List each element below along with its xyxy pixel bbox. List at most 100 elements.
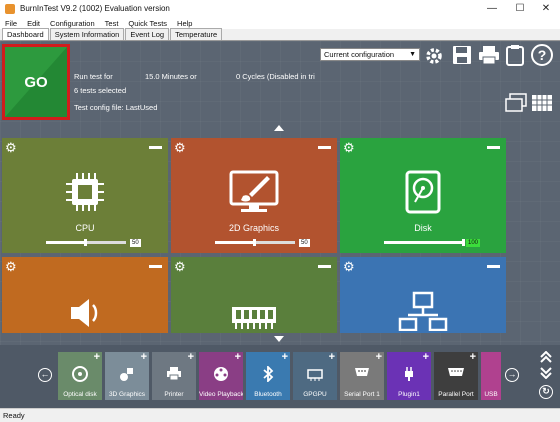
add-icon[interactable]: + [470,352,476,363]
dock-item-label: Video Playback [199,391,243,398]
maximize-icon[interactable]: ☐ [506,0,534,17]
gear-icon[interactable]: ⚙ [5,260,17,273]
dock-item-optical-disk[interactable]: + Optical disk [58,352,102,400]
dock-item-bluetooth[interactable]: + Bluetooth [246,352,290,400]
chevron-down-icon: ▼ [409,51,416,58]
menu-file[interactable]: File [0,19,22,28]
minimize-tile-icon[interactable] [487,265,500,268]
gpgpu-icon [307,366,323,384]
clipboard-icon[interactable] [506,44,524,66]
dock-item-label: Parallel Port [438,391,474,398]
scroll-up-arrow-icon[interactable] [274,125,284,131]
tile-sound[interactable]: ⚙ [2,257,168,333]
menu-quick-tests[interactable]: Quick Tests [123,19,172,28]
film-reel-icon [213,366,229,384]
optical-disk-icon [72,366,88,384]
tile-view-icon[interactable] [505,93,527,115]
printer-icon[interactable] [478,45,500,65]
dashboard: GO Run test for 15.0 Minutes or 0 Cycles… [0,41,560,408]
add-icon[interactable]: + [282,352,288,363]
network-icon [398,291,448,333]
go-button[interactable]: GO [2,44,70,120]
dock-left-arrow-icon[interactable]: ← [38,368,52,382]
dock-item-label: Bluetooth [254,391,282,398]
gear-icon[interactable]: ⚙ [174,141,186,154]
dock-item-label: GPGPU [303,391,327,398]
duty-cycle-slider[interactable] [384,239,465,246]
minimize-tile-icon[interactable] [318,146,331,149]
minimize-tile-icon[interactable] [318,265,331,268]
tab-bar: Dashboard System Information Event Log T… [0,28,560,41]
menu-help[interactable]: Help [172,19,197,28]
configuration-select-value: Current configuration [324,50,395,59]
add-icon[interactable]: + [94,352,100,363]
duration-value: 15.0 Minutes or [145,72,197,81]
tile-memory[interactable]: ⚙ [171,257,337,333]
duty-cycle-value: 50 [130,239,141,247]
add-icon[interactable]: + [188,352,194,363]
gear-icon[interactable] [423,45,445,67]
add-icon[interactable]: + [423,352,429,363]
3d-graphics-icon [119,366,135,384]
dock-item-serial-port-1[interactable]: + Serial Port 1 [340,352,384,400]
minimize-tile-icon[interactable] [149,265,162,268]
bluetooth-icon [262,364,274,384]
disk-icon [405,170,441,216]
tile-network[interactable]: ⚙ [340,257,506,333]
dock-item-usb[interactable]: USB [481,352,501,400]
dock-item-video-playback[interactable]: + Video Playback [199,352,243,400]
refresh-icon[interactable]: ↻ [539,385,553,399]
window-title: BurnInTest V9.2 (1002) Evaluation versio… [20,4,170,13]
svg-text:?: ? [538,47,547,63]
tab-event-log[interactable]: Event Log [125,28,170,40]
dock-right-arrow-icon[interactable]: → [505,368,519,382]
test-dock: ← + Optical disk + 3D Graphics + Printer… [0,345,560,408]
add-icon[interactable]: + [141,352,147,363]
close-icon[interactable]: ✕ [532,0,560,17]
grid-view-icon[interactable] [531,93,553,115]
tab-system-information[interactable]: System Information [49,28,125,40]
dock-item-plugin1[interactable]: + Plugin1 [387,352,431,400]
minimize-icon[interactable]: — [478,0,506,17]
duty-cycle-slider[interactable] [46,239,126,246]
menu-test[interactable]: Test [100,19,124,28]
tile-cpu[interactable]: ⚙ CPU 50 [2,138,168,253]
dock-item-gpgpu[interactable]: + GPGPU [293,352,337,400]
dock-item-printer[interactable]: + Printer [152,352,196,400]
scroll-down-arrow-icon[interactable] [274,336,284,342]
printer-icon [166,366,182,384]
serial-port-icon [354,366,370,380]
configuration-select[interactable]: Current configuration ▼ [320,48,420,61]
parallel-port-icon [447,366,465,380]
duty-cycle-slider[interactable] [215,239,295,246]
tab-dashboard[interactable]: Dashboard [2,28,49,40]
gear-icon[interactable]: ⚙ [5,141,17,154]
help-icon[interactable]: ? [530,43,554,67]
tile-disk[interactable]: ⚙ Disk 100 [340,138,506,253]
save-icon[interactable] [452,45,472,65]
dock-item-3d-graphics[interactable]: + 3D Graphics [105,352,149,400]
collapse-down-icon[interactable] [539,367,553,379]
menu-edit[interactable]: Edit [22,19,45,28]
monitor-brush-icon [229,170,279,216]
gear-icon[interactable]: ⚙ [343,260,355,273]
dock-item-label: Serial Port 1 [344,391,380,398]
duty-cycle-value: 50 [299,239,310,247]
add-icon[interactable]: + [376,352,382,363]
config-file-label: Test config file: LastUsed [74,103,158,112]
expand-up-icon[interactable] [539,351,553,363]
tile-2d-graphics[interactable]: ⚙ 2D Graphics 50 [171,138,337,253]
minimize-tile-icon[interactable] [149,146,162,149]
dock-item-label: Printer [164,391,184,398]
gear-icon[interactable]: ⚙ [343,141,355,154]
plugin-icon [401,366,417,384]
minimize-tile-icon[interactable] [487,146,500,149]
tab-temperature[interactable]: Temperature [170,28,223,40]
add-icon[interactable]: + [235,352,241,363]
dock-item-label: 3D Graphics [108,391,146,398]
dock-item-parallel-port[interactable]: + Parallel Port [434,352,478,400]
add-icon[interactable]: + [329,352,335,363]
menu-configuration[interactable]: Configuration [45,19,100,28]
memory-icon [230,301,278,333]
gear-icon[interactable]: ⚙ [174,260,186,273]
